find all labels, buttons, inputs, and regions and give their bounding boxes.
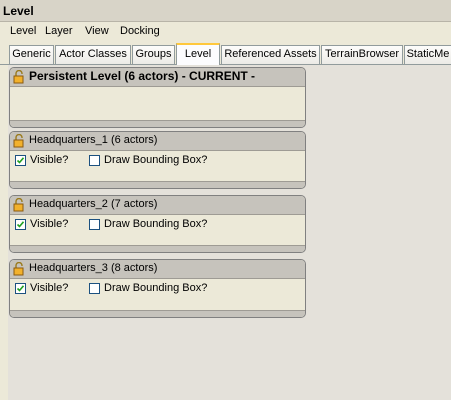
visible-checkbox[interactable] [15, 219, 26, 230]
level-options-row: Visible? Draw Bounding Box? [10, 151, 305, 171]
draw-bounding-box-checkbox[interactable] [89, 155, 100, 166]
menu-bar: Level Layer View Docking [0, 22, 451, 41]
level-name: Headquarters_1 (6 actors) [29, 134, 158, 146]
browser-tabs: Generic Actor Classes Groups Level Refer… [0, 41, 451, 65]
menu-level[interactable]: Level [10, 25, 36, 37]
tab-level[interactable]: Level [176, 43, 220, 65]
checkmark-icon [16, 157, 25, 164]
visible-checkbox[interactable] [15, 155, 26, 166]
tab-static-meshes[interactable]: StaticMe [404, 45, 451, 64]
menu-layer[interactable]: Layer [45, 25, 73, 37]
unlock-icon[interactable] [13, 198, 26, 212]
level-panel-hq2[interactable]: Headquarters_2 (7 actors) Visible? Draw … [9, 195, 306, 253]
tab-terrain-browser[interactable]: TerrainBrowser [321, 45, 403, 64]
level-options-row: Visible? Draw Bounding Box? [10, 279, 305, 299]
visible-label: Visible? [30, 282, 69, 294]
visible-label: Visible? [30, 154, 69, 166]
checkmark-icon [16, 221, 25, 228]
panel-footer [10, 120, 305, 127]
panel-footer [10, 245, 305, 252]
draw-bounding-box-checkbox[interactable] [89, 283, 100, 294]
menu-docking[interactable]: Docking [120, 25, 160, 37]
level-name: Headquarters_3 (8 actors) [29, 262, 158, 274]
draw-bounding-box-checkbox[interactable] [89, 219, 100, 230]
panel-footer [10, 181, 305, 188]
checkmark-icon [16, 285, 25, 292]
tab-actor-classes[interactable]: Actor Classes [55, 45, 131, 64]
unlock-icon[interactable] [13, 70, 26, 84]
level-panel-hq1[interactable]: Headquarters_1 (6 actors) Visible? Draw … [9, 131, 306, 189]
tab-generic[interactable]: Generic [9, 45, 54, 64]
level-options-row: Visible? Draw Bounding Box? [10, 215, 305, 235]
level-browser-content: Persistent Level (6 actors) - CURRENT - … [0, 65, 451, 400]
tab-referenced-assets[interactable]: Referenced Assets [221, 45, 320, 64]
draw-bounding-box-label: Draw Bounding Box? [104, 154, 208, 166]
window-title: Level [3, 4, 34, 18]
unlock-icon[interactable] [13, 262, 26, 276]
visible-checkbox[interactable] [15, 283, 26, 294]
level-name: Headquarters_2 (7 actors) [29, 198, 158, 210]
level-header[interactable]: Headquarters_3 (8 actors) [10, 260, 305, 279]
level-panel-hq3[interactable]: Headquarters_3 (8 actors) Visible? Draw … [9, 259, 306, 318]
visible-label: Visible? [30, 218, 69, 230]
window-titlebar: Level [0, 0, 451, 22]
level-panel-persistent[interactable]: Persistent Level (6 actors) - CURRENT - [9, 67, 306, 128]
menu-view[interactable]: View [85, 25, 109, 37]
unlock-icon[interactable] [13, 134, 26, 148]
draw-bounding-box-label: Draw Bounding Box? [104, 282, 208, 294]
level-header[interactable]: Headquarters_2 (7 actors) [10, 196, 305, 215]
tab-groups[interactable]: Groups [132, 45, 175, 64]
level-name: Persistent Level (6 actors) - CURRENT - [29, 69, 256, 83]
level-detail-pane [307, 65, 451, 400]
panel-footer [10, 310, 305, 317]
draw-bounding-box-label: Draw Bounding Box? [104, 218, 208, 230]
level-header[interactable]: Persistent Level (6 actors) - CURRENT - [10, 68, 305, 87]
level-header[interactable]: Headquarters_1 (6 actors) [10, 132, 305, 151]
